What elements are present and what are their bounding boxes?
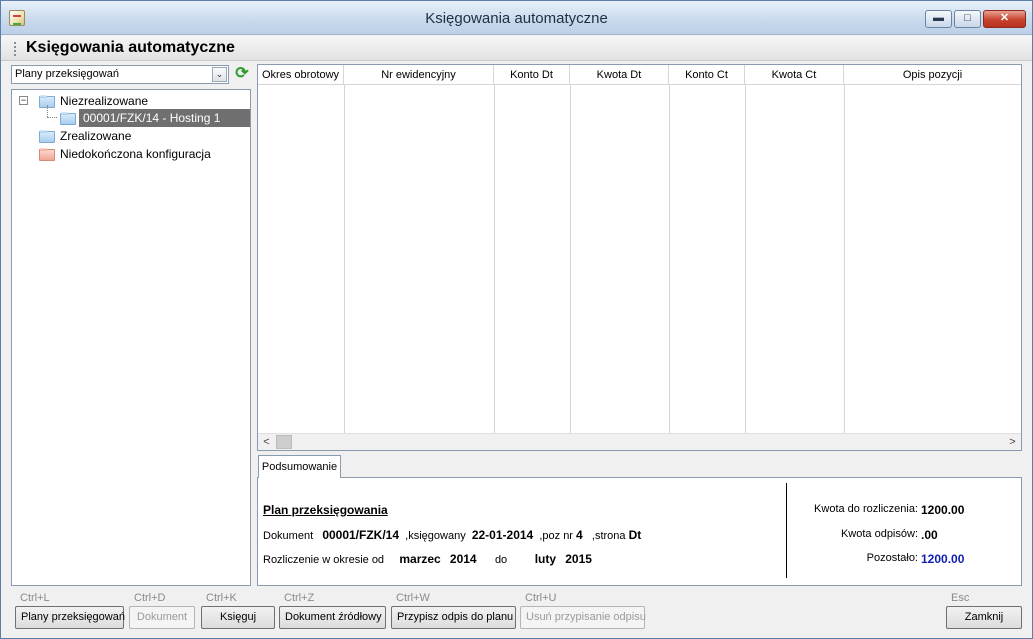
column-header[interactable]: Opis pozycji xyxy=(844,65,1021,85)
side-label: ,strona xyxy=(591,530,626,542)
posted-date: 22-01-2014 xyxy=(471,528,534,542)
shortcut-hint: Ctrl+U xyxy=(525,592,557,604)
page-title: Księgowania automatyczne xyxy=(26,39,235,56)
tab-podsumowanie[interactable]: Podsumowanie xyxy=(258,455,341,478)
period-from-year: 2014 xyxy=(449,552,477,566)
minimize-button[interactable]: ▬ xyxy=(925,10,952,28)
column-divider xyxy=(494,85,495,434)
period-to-month: luty xyxy=(534,552,557,566)
amount-value: 1200.00 xyxy=(921,503,965,517)
summary-divider xyxy=(786,483,787,578)
writeoffs-row: Kwota odpisów: .00 xyxy=(788,528,1018,544)
plans-button[interactable]: Plany przeksięgowań xyxy=(15,606,125,629)
shortcut-hint: Ctrl+K xyxy=(206,592,237,604)
button-group-source: Ctrl+Z Dokument źródłowy xyxy=(279,592,386,629)
plans-tree: − Niezrealizowane 00001/FZK/14 - Hosting… xyxy=(11,89,251,586)
assign-writeoff-button[interactable]: Przypisz odpis do planu xyxy=(391,606,516,629)
tree-connector xyxy=(47,105,48,117)
horizontal-scrollbar[interactable]: < > xyxy=(258,433,1021,450)
button-group-close: Esc Zamknij xyxy=(946,592,1022,629)
shortcut-hint: Ctrl+D xyxy=(134,592,166,604)
column-header[interactable]: Okres obrotowy xyxy=(258,65,344,85)
source-document-button[interactable]: Dokument źródłowy xyxy=(279,606,386,629)
button-group-plans: Ctrl+L Plany przeksięgowań xyxy=(15,592,125,629)
remove-writeoff-button[interactable]: Usuń przypisanie odpisu xyxy=(520,606,646,629)
plan-type-select[interactable]: Plany przeksięgowań ⌄ xyxy=(11,65,229,84)
summary-panel: Plan przeksięgowania Dokument 00001/FZK/… xyxy=(257,477,1022,586)
column-header[interactable]: Kwota Dt xyxy=(570,65,669,85)
column-divider xyxy=(745,85,746,434)
tree-item-niezrealizowane[interactable]: Niezrealizowane xyxy=(60,92,148,110)
grid-header: Okres obrotowy Nr ewidencyjny Konto Dt K… xyxy=(258,65,1021,85)
column-divider xyxy=(669,85,670,434)
position-label: ,poz nr xyxy=(539,530,573,542)
shortcut-hint: Ctrl+Z xyxy=(284,592,315,604)
shortcut-hint: Ctrl+L xyxy=(20,592,50,604)
remaining-value: 1200.00 xyxy=(921,552,965,566)
document-button[interactable]: Dokument xyxy=(129,606,195,629)
document-number: 00001/FZK/14 xyxy=(322,528,400,542)
document-line: Dokument 00001/FZK/14 ,księgowany 22-01-… xyxy=(263,528,641,542)
folder-icon xyxy=(39,148,55,161)
refresh-icon[interactable]: ⟳ xyxy=(234,65,250,83)
window-title: Księgowania automatyczne xyxy=(425,10,608,27)
writeoffs-value: .00 xyxy=(921,528,938,542)
button-group-assign: Ctrl+W Przypisz odpis do planu xyxy=(391,592,516,629)
amount-label: Kwota do rozliczenia: xyxy=(814,503,918,515)
title-bar[interactable]: Księgowania automatyczne ▬ □ ✕ xyxy=(1,1,1032,35)
tree-item-niedokonczona[interactable]: Niedokończona konfiguracja xyxy=(60,145,211,163)
period-to-label: do xyxy=(494,554,508,566)
button-group-document: Ctrl+D Dokument xyxy=(129,592,195,629)
scroll-left-icon[interactable]: < xyxy=(258,434,275,450)
close-dialog-button[interactable]: Zamknij xyxy=(946,606,1022,629)
document-label: Dokument xyxy=(263,530,314,542)
summary-tabstrip: Podsumowanie xyxy=(257,454,1022,478)
posted-label: ,księgowany xyxy=(405,530,466,542)
plan-title: Plan przeksięgowania xyxy=(263,503,388,517)
folder-icon xyxy=(60,112,76,125)
column-header[interactable]: Nr ewidencyjny xyxy=(344,65,494,85)
remaining-label: Pozostało: xyxy=(866,552,918,564)
button-group-unassign: Ctrl+U Usuń przypisanie odpisu xyxy=(520,592,646,629)
remaining-row: Pozostało: 1200.00 xyxy=(788,552,1018,568)
maximize-button[interactable]: □ xyxy=(954,10,981,28)
tree-item-zrealizowane[interactable]: Zrealizowane xyxy=(60,127,131,145)
column-divider xyxy=(344,85,345,434)
shortcut-hint: Ctrl+W xyxy=(396,592,430,604)
postings-grid[interactable]: Okres obrotowy Nr ewidencyjny Konto Dt K… xyxy=(257,64,1022,451)
main-window: Księgowania automatyczne ▬ □ ✕ Księgowan… xyxy=(0,0,1033,639)
tree-expander[interactable]: − xyxy=(19,96,28,105)
period-to-year: 2015 xyxy=(565,552,592,566)
button-group-post: Ctrl+K Księguj xyxy=(201,592,275,629)
tree-item-hosting[interactable]: 00001/FZK/14 - Hosting 1 xyxy=(79,109,250,127)
period-line: Rozliczenie w okresie od marzec 2014 do … xyxy=(263,552,592,566)
shortcut-hint: Esc xyxy=(951,592,970,604)
post-button[interactable]: Księguj xyxy=(201,606,275,629)
amount-row: Kwota do rozliczenia: 1200.00 xyxy=(788,503,1018,519)
page-header: Księgowania automatyczne xyxy=(1,36,1032,61)
writeoffs-label: Kwota odpisów: xyxy=(840,528,918,540)
tree-connector xyxy=(47,117,57,118)
grip-icon xyxy=(14,42,17,56)
period-from-month: marzec xyxy=(399,552,441,566)
period-label: Rozliczenie w okresie od xyxy=(263,554,385,566)
scroll-thumb[interactable] xyxy=(276,435,292,449)
scroll-right-icon[interactable]: > xyxy=(1004,434,1021,450)
chevron-down-icon[interactable]: ⌄ xyxy=(212,67,227,82)
column-header[interactable]: Konto Ct xyxy=(669,65,745,85)
close-button[interactable]: ✕ xyxy=(983,10,1026,28)
plan-type-select-value: Plany przeksięgowań xyxy=(15,68,119,80)
column-header[interactable]: Kwota Ct xyxy=(745,65,844,85)
column-divider xyxy=(570,85,571,434)
column-divider xyxy=(844,85,845,434)
side-value: Dt xyxy=(628,528,642,542)
column-header[interactable]: Konto Dt xyxy=(494,65,570,85)
folder-icon xyxy=(39,130,55,143)
position-number: 4 xyxy=(576,528,583,542)
